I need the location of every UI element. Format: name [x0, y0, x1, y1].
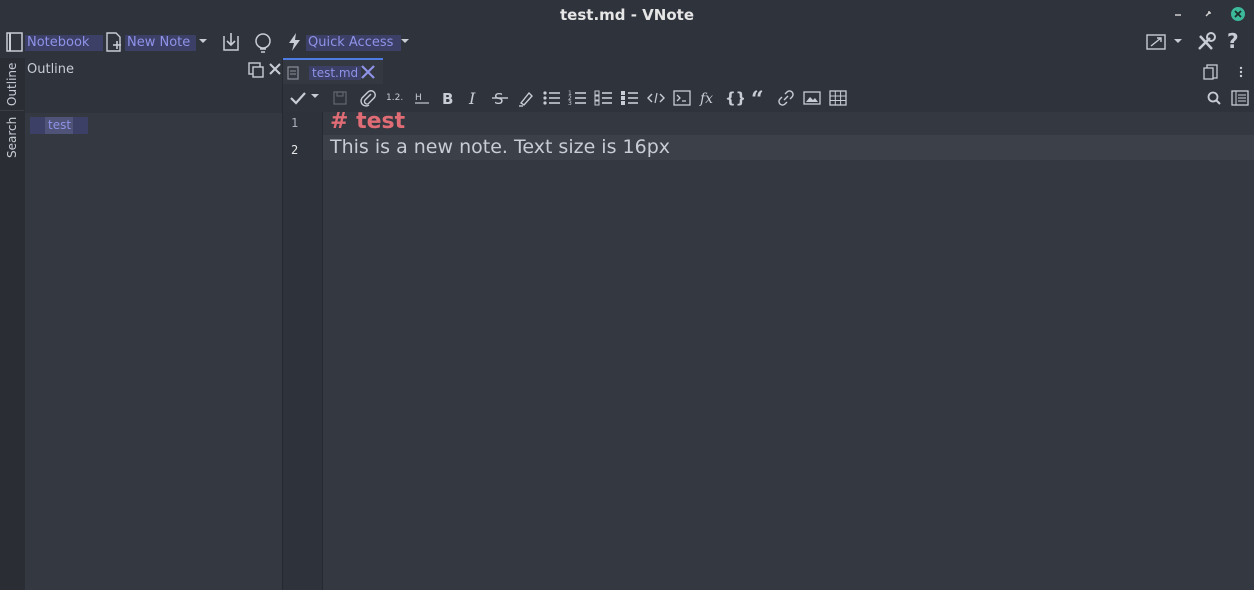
help-icon[interactable]: ? [1227, 29, 1239, 53]
braces-icon[interactable]: {} [724, 88, 744, 108]
line-number-gutter: 1 2 [283, 112, 323, 590]
tab-search[interactable]: Search [0, 113, 24, 161]
tab-list-icon[interactable] [1203, 64, 1219, 80]
strikethrough-icon[interactable]: S [490, 88, 510, 108]
link-icon[interactable] [776, 88, 796, 108]
inline-code-icon[interactable] [646, 88, 666, 108]
chevron-down-icon[interactable] [400, 37, 410, 45]
tab-outline-label: Outline [5, 62, 19, 106]
chevron-down-icon[interactable] [310, 92, 330, 112]
main-toolbar: Notebook New Note Quick Access ? [0, 28, 1254, 58]
quick-access-label: Quick Access [306, 35, 402, 51]
svg-text:S: S [494, 90, 504, 108]
chevron-down-icon[interactable] [1173, 37, 1183, 45]
title-bar: test.md - VNote [0, 0, 1254, 28]
outline-panel: Outline test [25, 58, 283, 590]
new-note-button[interactable]: New Note [104, 31, 212, 53]
expand-icon[interactable] [1145, 31, 1169, 53]
editor-line-heading[interactable]: # test [330, 109, 405, 134]
notebook-button[interactable]: Notebook [3, 31, 104, 53]
close-panel-icon[interactable] [268, 62, 282, 76]
restore-icon[interactable] [1200, 6, 1216, 22]
outline-filter-bar[interactable] [25, 82, 282, 113]
checked-list-icon[interactable] [620, 88, 640, 108]
heading-icon[interactable]: H [412, 88, 432, 108]
tab-search-label: Search [5, 116, 19, 158]
notebook-label: Notebook [25, 35, 104, 51]
code-block-icon[interactable] [672, 88, 692, 108]
import-icon[interactable] [220, 31, 242, 53]
svg-text:“: “ [751, 88, 764, 108]
svg-text:{}: {} [725, 89, 744, 107]
float-panel-icon[interactable] [248, 62, 264, 78]
editor-tab-label: test.md [309, 66, 362, 80]
view-mode-icon[interactable] [1230, 88, 1250, 108]
outline-header: Outline [25, 58, 282, 82]
new-note-icon [104, 32, 124, 52]
close-tab-icon[interactable] [361, 65, 375, 79]
bold-icon[interactable]: B [438, 88, 458, 108]
save-icon[interactable] [330, 88, 350, 108]
chevron-down-icon[interactable] [198, 37, 208, 45]
attachment-icon[interactable] [358, 88, 378, 108]
sidebar-tabs: Outline Search [0, 58, 26, 590]
editor-toolbar: 1.2. H B I S 123 fx {} “ [283, 84, 1254, 112]
ordered-list-icon[interactable]: 123 [568, 88, 588, 108]
minimize-icon[interactable] [1170, 6, 1186, 22]
svg-text:H: H [415, 93, 422, 103]
window-title: test.md - VNote [560, 6, 694, 24]
section-number-icon[interactable]: 1.2. [386, 88, 406, 108]
outline-item[interactable]: test [30, 117, 88, 134]
svg-text:fx: fx [699, 91, 713, 107]
search-icon[interactable] [1204, 88, 1224, 108]
lightning-icon [285, 32, 305, 52]
line-number: 2 [291, 143, 299, 157]
editor-line-body[interactable]: This is a new note. Text size is 16px [330, 136, 670, 158]
tab-outline[interactable]: Outline [0, 62, 24, 111]
markdown-editor[interactable]: # test This is a new note. Text size is … [323, 109, 1254, 590]
close-window-icon[interactable] [1230, 6, 1246, 22]
italic-icon[interactable]: I [464, 88, 484, 108]
editor-tab-bar: test.md [283, 58, 1254, 84]
quick-access-button[interactable]: Quick Access [285, 31, 413, 53]
tools-icon[interactable] [1195, 31, 1217, 53]
image-icon[interactable] [802, 88, 822, 108]
read-mode-check-icon[interactable] [288, 88, 308, 108]
markdown-file-icon [287, 66, 299, 80]
svg-text:B: B [442, 90, 453, 108]
svg-text:3: 3 [568, 100, 572, 107]
svg-text:I: I [468, 89, 476, 108]
unordered-list-icon[interactable] [542, 88, 562, 108]
line-number: 1 [291, 116, 299, 130]
outline-item-label: test [48, 118, 72, 132]
highlight-icon[interactable] [516, 88, 536, 108]
todo-list-icon[interactable] [594, 88, 614, 108]
editor-tab[interactable]: test.md [283, 58, 383, 84]
lightbulb-icon[interactable] [252, 31, 274, 53]
more-menu-icon[interactable] [1238, 64, 1244, 80]
table-icon[interactable] [828, 88, 848, 108]
outline-title: Outline [27, 62, 75, 77]
notebook-icon [5, 32, 25, 52]
math-icon[interactable]: fx [698, 88, 718, 108]
quote-icon[interactable]: “ [750, 88, 770, 108]
new-note-label: New Note [125, 35, 197, 51]
